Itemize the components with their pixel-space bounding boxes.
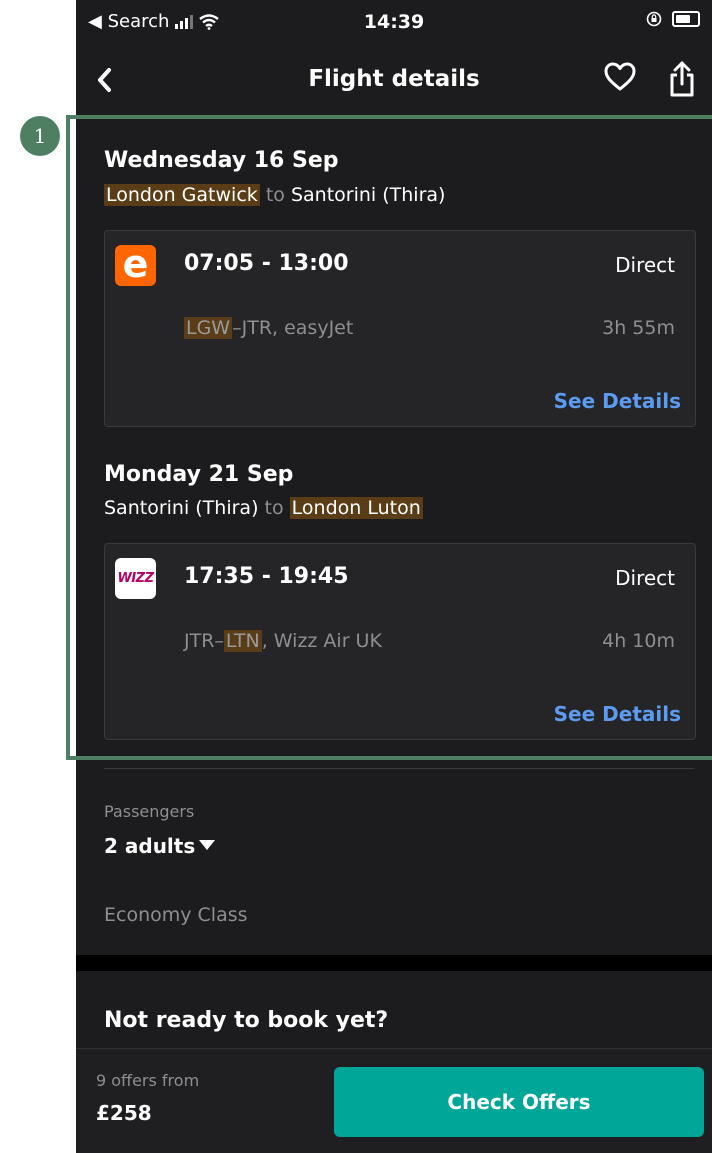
check-offers-button[interactable]: Check Offers — [334, 1067, 704, 1137]
status-bar: ◀ Search 14:39 — [76, 0, 712, 46]
nav-bar: Flight details — [76, 50, 712, 110]
caret-down-icon — [199, 840, 216, 850]
price: £258 — [96, 1101, 152, 1125]
status-time: 14:39 — [363, 11, 425, 33]
cabin-class: Economy Class — [104, 904, 248, 926]
annotation-badge: 1 — [20, 116, 60, 156]
not-ready-heading: Not ready to book yet? — [104, 1008, 389, 1033]
annotation-box — [66, 115, 712, 760]
section-separator — [76, 955, 712, 971]
bottom-bar: 9 offers from £258 Check Offers — [76, 1048, 712, 1153]
rotation-lock-icon — [646, 11, 662, 27]
divider — [104, 768, 694, 769]
share-icon[interactable] — [668, 60, 696, 98]
passengers-dropdown[interactable]: 2 adults — [104, 834, 216, 858]
heart-icon[interactable] — [604, 62, 636, 92]
passengers-value: 2 adults — [104, 834, 196, 858]
offers-count: 9 offers from — [96, 1071, 200, 1090]
battery-icon — [672, 11, 700, 27]
passengers-label: Passengers — [104, 802, 195, 821]
status-right — [646, 11, 700, 27]
